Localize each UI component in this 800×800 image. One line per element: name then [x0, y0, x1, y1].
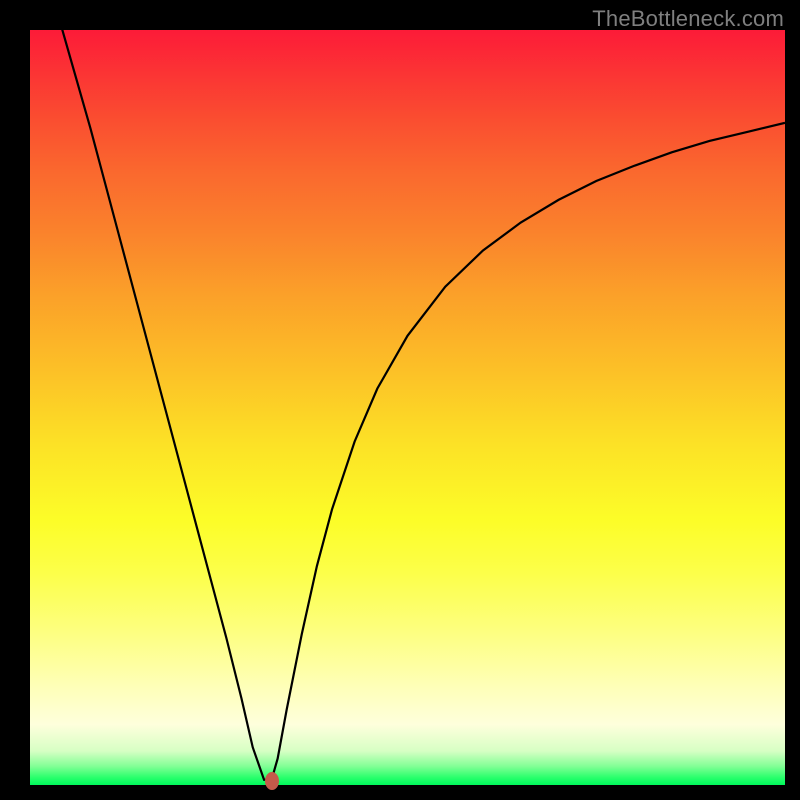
chart-frame: TheBottleneck.com	[0, 0, 800, 800]
chart-plot-area	[30, 30, 785, 785]
optimum-point-marker	[265, 772, 279, 790]
watermark-text: TheBottleneck.com	[592, 6, 784, 32]
